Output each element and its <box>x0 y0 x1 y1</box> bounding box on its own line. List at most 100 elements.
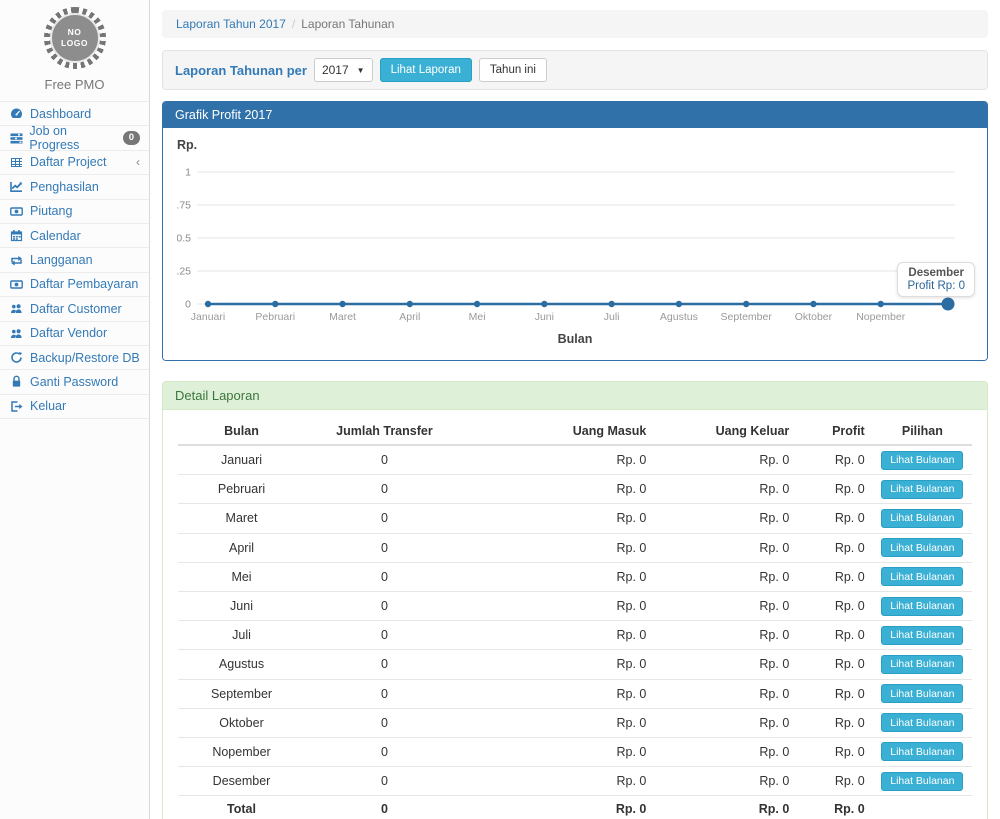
x-axis-label: Bulan <box>177 332 973 350</box>
table-header-row: BulanJumlah TransferUang MasukUang Kelua… <box>178 418 972 445</box>
year-select[interactable]: 2017 ▼ <box>314 58 373 82</box>
cell-profit: Rp. 0 <box>797 445 872 475</box>
lihat-bulanan-button[interactable]: Lihat Bulanan <box>881 480 963 499</box>
column-header: Pilihan <box>873 418 972 445</box>
data-point[interactable] <box>205 301 211 307</box>
cell-profit: Rp. 0 <box>797 679 872 708</box>
lihat-bulanan-button[interactable]: Lihat Bulanan <box>881 451 963 470</box>
table-row: Januari0Rp. 0Rp. 0Rp. 0Lihat Bulanan <box>178 445 972 475</box>
x-tick-label: Mei <box>469 311 486 323</box>
cell-pilihan <box>873 796 972 819</box>
cell-profit: Rp. 0 <box>797 796 872 819</box>
cell-pilihan: Lihat Bulanan <box>873 737 972 766</box>
sidebar-item-backup-restore-db[interactable]: Backup/Restore DB <box>0 346 149 370</box>
data-point[interactable] <box>743 301 749 307</box>
cell-pilihan: Lihat Bulanan <box>873 591 972 620</box>
sidebar-item-piutang[interactable]: Piutang <box>0 200 149 224</box>
cell-profit: Rp. 0 <box>797 591 872 620</box>
cell-jumlah: 0 <box>305 533 464 562</box>
sidebar-item-ganti-password[interactable]: Ganti Password <box>0 370 149 394</box>
cell-keluar: Rp. 0 <box>654 621 797 650</box>
sidebar-item-label: Backup/Restore DB <box>30 351 140 365</box>
sidebar-item-calendar[interactable]: Calendar <box>0 224 149 248</box>
cell-jumlah: 0 <box>305 650 464 679</box>
cell-pilihan: Lihat Bulanan <box>873 475 972 504</box>
detail-report-panel: Detail Laporan BulanJumlah TransferUang … <box>162 381 988 819</box>
cell-profit: Rp. 0 <box>797 475 872 504</box>
data-point[interactable] <box>272 301 278 307</box>
lihat-bulanan-button[interactable]: Lihat Bulanan <box>881 713 963 732</box>
cell-masuk: Rp. 0 <box>464 737 655 766</box>
cell-masuk: Rp. 0 <box>464 533 655 562</box>
lihat-bulanan-button[interactable]: Lihat Bulanan <box>881 626 963 645</box>
table-row: Nopember0Rp. 0Rp. 0Rp. 0Lihat Bulanan <box>178 737 972 766</box>
table-row: Maret0Rp. 0Rp. 0Rp. 0Lihat Bulanan <box>178 504 972 533</box>
lihat-bulanan-button[interactable]: Lihat Bulanan <box>881 509 963 528</box>
profit-chart-panel: Grafik Profit 2017 Rp. 10.750.50.250Janu… <box>162 101 988 361</box>
data-point[interactable] <box>608 301 614 307</box>
logo-text: NO LOGO <box>60 27 90 48</box>
lihat-bulanan-button[interactable]: Lihat Bulanan <box>881 772 963 791</box>
year-filter-panel: Laporan Tahunan per 2017 ▼ Lihat Laporan… <box>162 50 988 90</box>
cell-bulan: April <box>178 533 305 562</box>
data-point[interactable] <box>878 301 884 307</box>
data-point[interactable] <box>676 301 682 307</box>
sidebar-item-label: Ganti Password <box>30 375 118 389</box>
lihat-bulanan-button[interactable]: Lihat Bulanan <box>881 684 963 703</box>
table-icon <box>9 156 24 169</box>
table-row: Oktober0Rp. 0Rp. 0Rp. 0Lihat Bulanan <box>178 708 972 737</box>
cell-pilihan: Lihat Bulanan <box>873 708 972 737</box>
cell-masuk: Rp. 0 <box>464 475 655 504</box>
app-window: NO LOGO Free PMO Dashboard Job on Progre… <box>0 0 1000 819</box>
sidebar-item-daftar-customer[interactable]: Daftar Customer <box>0 297 149 321</box>
sidebar-item-job-on-progress[interactable]: Job on Progress 0 <box>0 126 149 150</box>
chart-panel-title: Grafik Profit 2017 <box>163 102 987 128</box>
sidebar-item-daftar-vendor[interactable]: Daftar Vendor <box>0 322 149 346</box>
calendar-icon <box>9 229 24 242</box>
data-point[interactable] <box>339 301 345 307</box>
cell-keluar: Rp. 0 <box>654 767 797 796</box>
users-icon <box>9 327 24 340</box>
cell-keluar: Rp. 0 <box>654 445 797 475</box>
lihat-bulanan-button[interactable]: Lihat Bulanan <box>881 742 963 761</box>
sidebar-item-dashboard[interactable]: Dashboard <box>0 102 149 126</box>
lihat-bulanan-button[interactable]: Lihat Bulanan <box>881 597 963 616</box>
data-point[interactable] <box>407 301 413 307</box>
lihat-bulanan-button[interactable]: Lihat Bulanan <box>881 567 963 586</box>
table-row: Juli0Rp. 0Rp. 0Rp. 0Lihat Bulanan <box>178 621 972 650</box>
cell-profit: Rp. 0 <box>797 737 872 766</box>
lihat-bulanan-button[interactable]: Lihat Bulanan <box>881 538 963 557</box>
sidebar-item-keluar[interactable]: Keluar <box>0 395 149 419</box>
cell-pilihan: Lihat Bulanan <box>873 767 972 796</box>
y-tick-label: 0.25 <box>177 266 191 278</box>
sidebar-item-daftar-pembayaran[interactable]: Daftar Pembayaran <box>0 273 149 297</box>
sidebar-item-label: Dashboard <box>30 107 91 121</box>
caret-down-icon: ▼ <box>357 66 365 75</box>
cell-profit: Rp. 0 <box>797 562 872 591</box>
cell-profit: Rp. 0 <box>797 533 872 562</box>
sidebar-item-daftar-project[interactable]: Daftar Project ‹ <box>0 151 149 175</box>
cell-pilihan: Lihat Bulanan <box>873 650 972 679</box>
breadcrumb-link-laporan-tahun[interactable]: Laporan Tahun 2017 <box>176 17 286 31</box>
x-tick-label: Januari <box>191 311 225 323</box>
profit-line-chart[interactable]: 10.750.50.250JanuariPebruariMaretAprilMe… <box>177 158 973 328</box>
data-point[interactable] <box>541 301 547 307</box>
cell-bulan: Agustus <box>178 650 305 679</box>
sidebar-item-penghasilan[interactable]: Penghasilan <box>0 175 149 199</box>
cell-profit: Rp. 0 <box>797 767 872 796</box>
lihat-laporan-button[interactable]: Lihat Laporan <box>380 58 472 82</box>
data-point[interactable] <box>810 301 816 307</box>
sidebar-item-label: Langganan <box>30 253 93 267</box>
sidebar-item-label: Calendar <box>30 229 81 243</box>
data-point-highlighted[interactable] <box>942 298 955 311</box>
tasks-icon <box>9 132 23 145</box>
tahun-ini-button[interactable]: Tahun ini <box>479 58 547 82</box>
cell-jumlah: 0 <box>305 767 464 796</box>
sidebar-item-langganan[interactable]: Langganan <box>0 248 149 272</box>
table-row: Agustus0Rp. 0Rp. 0Rp. 0Lihat Bulanan <box>178 650 972 679</box>
lihat-bulanan-button[interactable]: Lihat Bulanan <box>881 655 963 674</box>
data-point[interactable] <box>474 301 480 307</box>
cell-bulan: Desember <box>178 767 305 796</box>
year-select-value: 2017 <box>322 63 349 77</box>
cell-pilihan: Lihat Bulanan <box>873 533 972 562</box>
